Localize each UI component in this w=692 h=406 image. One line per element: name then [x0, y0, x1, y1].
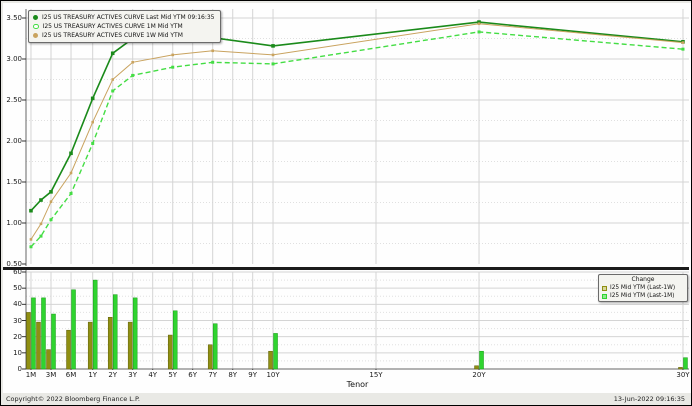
- change-legend-title: Change: [602, 276, 684, 284]
- curve-point: [272, 62, 275, 65]
- change-tick-label: 40: [1, 301, 22, 308]
- curve-point: [211, 61, 214, 64]
- yield-tick-label: 3.00: [1, 56, 22, 63]
- bar-last-1w-10Y: [269, 351, 273, 369]
- bar-last-1m-1M: [31, 298, 35, 369]
- bar-last-1w-20Y: [475, 366, 479, 369]
- bloomberg-chart-window: 3.50 3.00 2.50 2.00 1.50 1.00 0.50 60 50 40 30 20 1…: [0, 0, 692, 406]
- bar-last-1m-2M: [41, 298, 45, 369]
- change-tick-label: 60: [1, 269, 22, 276]
- curve-point: [39, 235, 42, 238]
- curve-point: [478, 22, 481, 25]
- bar-last-1m-30Y: [683, 358, 687, 369]
- curve-point: [30, 238, 33, 241]
- bar-last-1m-10Y: [274, 333, 278, 369]
- legend-swatch-icon: [602, 286, 607, 291]
- bar-last-1m-20Y: [480, 351, 484, 369]
- curve-point: [682, 41, 685, 44]
- x-tick-label-30Y: 30Y: [671, 371, 692, 379]
- legend-label: I25 Mid YTM (Last-1W): [610, 285, 675, 291]
- curve-point: [478, 30, 481, 33]
- legend-label: I25 US TREASURY ACTIVES CURVE Last Mid Y…: [42, 14, 215, 21]
- legend-label: I25 US TREASURY ACTIVES CURVE 1M Mid YTM: [43, 23, 183, 30]
- curve-point: [271, 44, 275, 48]
- yield-tick-label: 3.50: [1, 15, 22, 22]
- curve-point: [131, 61, 134, 64]
- curve-point: [111, 51, 115, 55]
- curve-point: [39, 198, 43, 202]
- bar-last-1w-7Y: [208, 345, 212, 369]
- x-axis-title: Tenor: [26, 380, 689, 389]
- curve-point: [29, 245, 32, 248]
- yield-tick-label: 0.50: [1, 261, 22, 268]
- curve-point: [681, 48, 684, 51]
- change-bar-chart[interactable]: [1, 270, 692, 370]
- curve-point: [171, 54, 174, 57]
- bar-last-1w-3Y: [128, 322, 132, 369]
- curve-point: [49, 218, 52, 221]
- copyright-text: Copyright© 2022 Bloomberg Finance L.P.: [6, 395, 140, 403]
- bar-last-1m-3Y: [133, 298, 137, 369]
- curve-point: [91, 97, 95, 101]
- change-legend[interactable]: Change I25 Mid YTM (Last-1W) I25 Mid YTM …: [598, 274, 688, 302]
- curve-point: [70, 172, 73, 175]
- timestamp-text: 13-Jun-2022 09:16:35: [614, 395, 685, 403]
- bar-last-1w-30Y: [678, 367, 682, 369]
- bar-last-1m-2Y: [113, 295, 117, 369]
- legend-marker-icon: [33, 24, 39, 30]
- legend-label: I25 Mid YTM (Last-1M): [610, 293, 674, 299]
- change-tick-label: 10: [1, 350, 22, 357]
- curve-point: [272, 54, 275, 57]
- bar-last-1w-1M: [26, 312, 30, 369]
- bar-last-1m-7Y: [213, 324, 217, 369]
- yield-tick-label: 1.00: [1, 220, 22, 227]
- bar-last-1w-5Y: [168, 335, 172, 369]
- x-tick-label-6M: 6M: [59, 371, 83, 379]
- bar-last-1w-1Y: [88, 322, 92, 369]
- curve-point: [91, 121, 94, 124]
- curve-point: [40, 223, 43, 226]
- bar-last-1w-3M: [46, 350, 50, 369]
- bar-last-1m-1Y: [93, 280, 97, 369]
- change-tick-label: 20: [1, 334, 22, 341]
- curve-point: [49, 190, 53, 194]
- x-tick-label-20Y: 20Y: [467, 371, 491, 379]
- bar-last-1m-3M: [51, 314, 55, 369]
- curve-point: [111, 89, 114, 92]
- curve-point: [50, 200, 53, 203]
- x-tick-label-10Y: 10Y: [261, 371, 285, 379]
- legend-label: I25 US TREASURY ACTIVES CURVE 1W Mid YTM: [42, 32, 183, 39]
- curve-legend[interactable]: I25 US TREASURY ACTIVES CURVE Last Mid Y…: [28, 10, 221, 43]
- curve-series-1: [31, 24, 683, 240]
- change-legend-entry[interactable]: I25 Mid YTM (Last-1W): [602, 284, 684, 292]
- bar-last-1w-2Y: [108, 317, 112, 369]
- bar-last-1m-5Y: [173, 311, 177, 369]
- change-legend-entry[interactable]: I25 Mid YTM (Last-1M): [602, 292, 684, 300]
- change-tick-label: 50: [1, 285, 22, 292]
- curve-series-2: [31, 32, 683, 247]
- curve-legend-entry[interactable]: I25 US TREASURY ACTIVES CURVE Last Mid Y…: [33, 13, 215, 22]
- curve-legend-entry[interactable]: I25 US TREASURY ACTIVES CURVE 1M Mid YTM: [33, 22, 215, 31]
- x-tick-label-15Y: 15Y: [364, 371, 388, 379]
- curve-point: [91, 142, 94, 145]
- bar-last-1w-2M: [36, 322, 40, 369]
- curve-point: [69, 152, 73, 156]
- curve-point: [29, 209, 33, 213]
- yield-tick-label: 1.50: [1, 179, 22, 186]
- bar-last-1w-6M: [67, 330, 71, 369]
- legend-marker-icon: [33, 15, 38, 20]
- curve-point: [211, 50, 214, 53]
- legend-swatch-icon: [602, 294, 607, 299]
- bar-last-1m-6M: [72, 290, 76, 369]
- change-tick-label: 30: [1, 318, 22, 325]
- curve-point: [111, 78, 114, 81]
- curve-point: [131, 74, 134, 77]
- yield-tick-label: 2.50: [1, 97, 22, 104]
- yield-tick-label: 2.00: [1, 138, 22, 145]
- curve-point: [70, 192, 73, 195]
- curve-point: [171, 66, 174, 69]
- curve-legend-entry[interactable]: I25 US TREASURY ACTIVES CURVE 1W Mid YTM: [33, 31, 215, 40]
- legend-marker-icon: [33, 33, 38, 38]
